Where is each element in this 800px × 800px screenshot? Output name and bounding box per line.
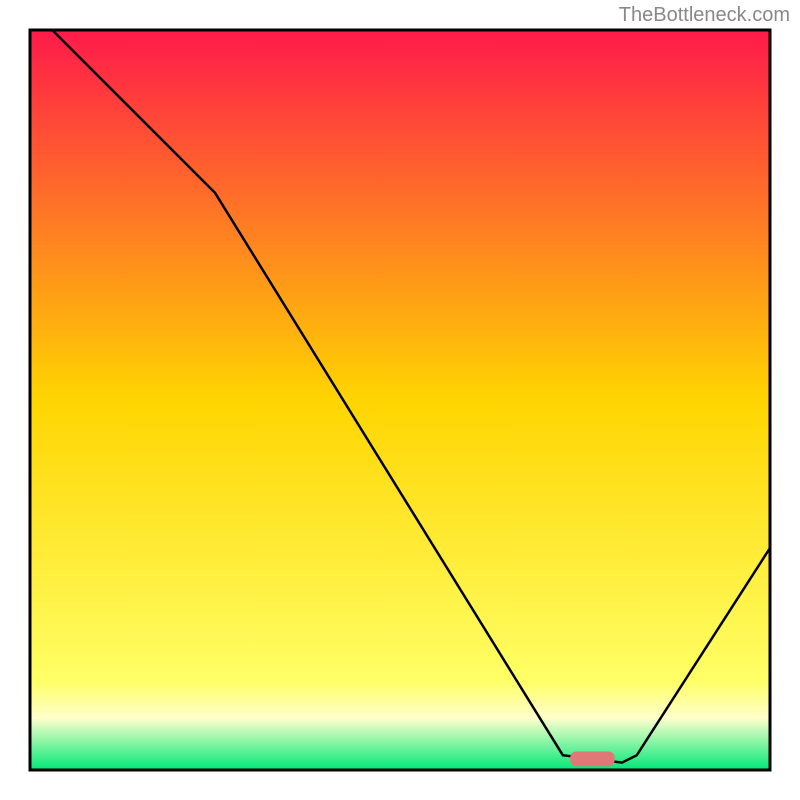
chart-svg [0,0,800,800]
plot-background [30,30,770,770]
optimal-marker [570,752,614,767]
chart-container: TheBottleneck.com [0,0,800,800]
watermark: TheBottleneck.com [619,4,790,27]
